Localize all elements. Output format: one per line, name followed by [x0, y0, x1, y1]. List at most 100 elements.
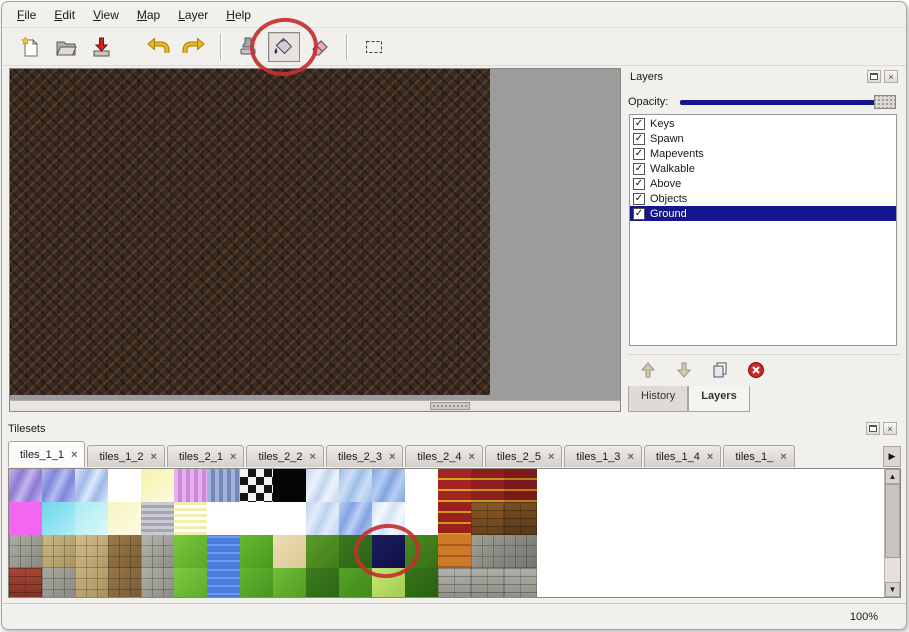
save-button[interactable]	[86, 32, 118, 62]
tile-swatch[interactable]	[438, 535, 471, 568]
tile-swatch[interactable]	[108, 502, 141, 535]
layer-visibility-checkbox[interactable]: ✓	[633, 133, 645, 145]
tab-close-icon[interactable]: ×	[468, 451, 474, 463]
tile-swatch[interactable]	[9, 502, 42, 535]
tile-swatch[interactable]	[339, 502, 372, 535]
open-file-button[interactable]	[50, 32, 82, 62]
layer-row-spawn[interactable]: ✓Spawn	[630, 131, 896, 146]
tileset-tab-tiles_1_4[interactable]: tiles_1_4×	[644, 445, 721, 467]
menu-item-map[interactable]: Map	[128, 4, 169, 26]
tile-swatch[interactable]	[306, 502, 339, 535]
select-tool-button[interactable]	[358, 32, 390, 62]
tile-swatch[interactable]	[207, 502, 240, 535]
layer-visibility-checkbox[interactable]: ✓	[633, 163, 645, 175]
tile-swatch[interactable]	[75, 535, 108, 568]
tile-swatch[interactable]	[273, 568, 306, 598]
tile-swatch[interactable]	[504, 535, 537, 568]
tile-swatch[interactable]	[42, 568, 75, 598]
delete-layer-button[interactable]	[744, 359, 768, 381]
tile-swatch[interactable]	[75, 469, 108, 502]
tile-swatch[interactable]	[438, 568, 471, 598]
layer-visibility-checkbox[interactable]: ✓	[633, 193, 645, 205]
tileset-tab-tiles_2_4[interactable]: tiles_2_4×	[405, 445, 482, 467]
eraser-tool-button[interactable]	[304, 32, 336, 62]
menu-item-edit[interactable]: Edit	[45, 4, 84, 26]
menu-item-help[interactable]: Help	[217, 4, 260, 26]
tab-close-icon[interactable]: ×	[627, 451, 633, 463]
tile-swatch[interactable]	[372, 568, 405, 598]
tile-swatch[interactable]	[306, 568, 339, 598]
tab-close-icon[interactable]: ×	[71, 449, 77, 461]
raise-layer-button[interactable]	[636, 359, 660, 381]
tileset-tab-tiles_2_1[interactable]: tiles_2_1×	[167, 445, 244, 467]
tileset-tab-tiles_2_2[interactable]: tiles_2_2×	[246, 445, 323, 467]
new-file-button[interactable]	[14, 32, 46, 62]
layer-visibility-checkbox[interactable]: ✓	[633, 118, 645, 130]
tile-swatch[interactable]	[174, 502, 207, 535]
close-panel-icon[interactable]: ×	[883, 422, 897, 435]
tile-swatch[interactable]	[471, 535, 504, 568]
tile-swatch[interactable]	[9, 535, 42, 568]
layer-row-ground[interactable]: ✓Ground	[630, 206, 896, 221]
tile-swatch[interactable]	[240, 535, 273, 568]
tile-swatch[interactable]	[405, 535, 438, 568]
tile-swatch[interactable]	[438, 469, 471, 502]
map-canvas[interactable]	[10, 69, 490, 395]
tile-swatch-selected[interactable]	[372, 535, 405, 568]
layer-row-objects[interactable]: ✓Objects	[630, 191, 896, 206]
tileset-tab-tiles_1_3[interactable]: tiles_1_3×	[564, 445, 641, 467]
tile-swatch[interactable]	[141, 469, 174, 502]
layer-row-mapevents[interactable]: ✓Mapevents	[630, 146, 896, 161]
tab-close-icon[interactable]: ×	[151, 451, 157, 463]
tile-swatch[interactable]	[141, 568, 174, 598]
stamp-tool-button[interactable]	[232, 32, 264, 62]
tile-swatch[interactable]	[240, 568, 273, 598]
detach-panel-icon[interactable]	[866, 422, 880, 435]
tile-swatch[interactable]	[108, 469, 141, 502]
close-panel-icon[interactable]: ×	[884, 70, 898, 83]
tile-swatch[interactable]	[141, 535, 174, 568]
scrollbar-thumb[interactable]	[430, 402, 470, 410]
tile-swatch[interactable]	[339, 469, 372, 502]
tile-swatch[interactable]	[207, 535, 240, 568]
tile-swatch[interactable]	[372, 469, 405, 502]
tileset-tab-tiles_1_2[interactable]: tiles_1_2×	[87, 445, 164, 467]
tile-swatch[interactable]	[42, 469, 75, 502]
tab-close-icon[interactable]: ×	[707, 451, 713, 463]
layer-row-walkable[interactable]: ✓Walkable	[630, 161, 896, 176]
layer-visibility-checkbox[interactable]: ✓	[633, 208, 645, 220]
tile-swatch[interactable]	[207, 568, 240, 598]
tile-swatch[interactable]	[471, 568, 504, 598]
tab-history[interactable]: History	[628, 386, 688, 412]
tile-swatch[interactable]	[471, 502, 504, 535]
tab-close-icon[interactable]: ×	[780, 451, 786, 463]
detach-panel-icon[interactable]	[867, 70, 881, 83]
tileset-vertical-scrollbar[interactable]: ▲ ▼	[884, 469, 900, 597]
tile-swatch[interactable]	[42, 535, 75, 568]
lower-layer-button[interactable]	[672, 359, 696, 381]
fill-tool-button[interactable]	[268, 32, 300, 62]
tab-layers[interactable]: Layers	[688, 386, 749, 412]
tab-close-icon[interactable]: ×	[310, 451, 316, 463]
tile-swatch[interactable]	[339, 568, 372, 598]
tab-close-icon[interactable]: ×	[548, 451, 554, 463]
scroll-up-button[interactable]: ▲	[885, 469, 900, 484]
duplicate-layer-button[interactable]	[708, 359, 732, 381]
scroll-down-button[interactable]: ▼	[885, 582, 900, 597]
tile-swatch[interactable]	[372, 502, 405, 535]
layer-visibility-checkbox[interactable]: ✓	[633, 148, 645, 160]
tile-swatch[interactable]	[9, 568, 42, 598]
tile-swatch[interactable]	[504, 502, 537, 535]
scrollbar-thumb[interactable]	[885, 484, 900, 558]
tile-swatch[interactable]	[273, 535, 306, 568]
tile-swatch[interactable]	[108, 535, 141, 568]
tile-swatch[interactable]	[141, 502, 174, 535]
tile-swatch[interactable]	[75, 502, 108, 535]
tile-swatch[interactable]	[306, 535, 339, 568]
tile-swatch[interactable]	[75, 568, 108, 598]
tab-close-icon[interactable]: ×	[230, 451, 236, 463]
menu-item-layer[interactable]: Layer	[169, 4, 217, 26]
redo-button[interactable]	[178, 32, 210, 62]
tile-swatch[interactable]	[273, 469, 306, 502]
tileset-tab-tiles_1_[interactable]: tiles_1_×	[723, 445, 794, 467]
